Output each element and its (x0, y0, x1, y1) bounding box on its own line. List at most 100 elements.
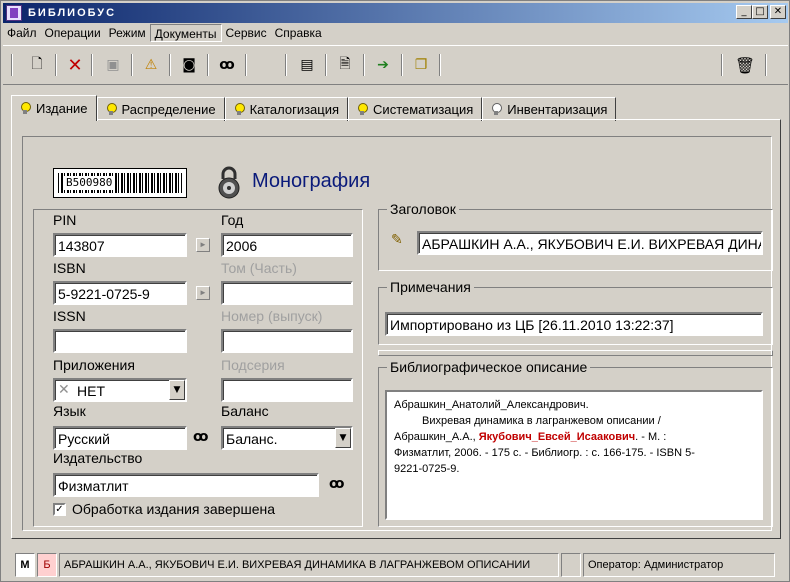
tab-label: Инвентаризация (507, 102, 608, 117)
title-edit-icon[interactable]: ✎ (391, 232, 403, 248)
notepad-icon[interactable]: ▤ (295, 54, 319, 76)
export-icon[interactable]: ➔ (371, 54, 395, 76)
identification-group: PIN 143807 ► Год 2006 ISBN 5-9221-0725-9… (33, 209, 363, 527)
status-empty-cell (561, 553, 581, 577)
menu-file[interactable]: Файл (3, 24, 41, 42)
isbn-arrow-button[interactable]: ► (196, 286, 210, 300)
bulb-icon (106, 103, 117, 116)
subseries-field[interactable] (221, 378, 353, 402)
status-bar: М Б АБРАШКИН А.А., ЯКУБОВИЧ Е.И. ВИХРЕВА… (11, 553, 786, 577)
document-icon[interactable]: 🗎 (333, 54, 357, 76)
toolbar-separator (439, 54, 441, 76)
issn-label: ISSN (53, 308, 86, 324)
number-field[interactable] (221, 329, 353, 353)
notes-group-label: Примечания (387, 279, 474, 295)
toolbar-separator (285, 54, 287, 76)
chevron-down-icon[interactable]: ▼ (335, 428, 351, 448)
balance-select[interactable]: Баланс. ▼ (221, 426, 353, 450)
biblio-author-highlight: Якубович_Евсей_Исаакович (478, 431, 636, 443)
bulb-icon (20, 102, 31, 115)
biblio-group: Библиографическое описание Абрашкин_Анат… (378, 359, 773, 527)
save-icon[interactable]: ▣ (101, 54, 125, 76)
volume-field[interactable] (221, 281, 353, 305)
issn-field[interactable] (53, 329, 187, 353)
title-field[interactable]: АБРАШКИН А.А., ЯКУБОВИЧ Е.И. ВИХРЕВАЯ ДИ… (417, 231, 763, 255)
menu-documents[interactable]: Документы (149, 24, 222, 42)
tab-label: Систематизация (373, 102, 474, 117)
publisher-field[interactable]: Физматлит (53, 473, 319, 497)
edition-frame: B500980 Монография PIN 143807 ► Год 2006… (22, 136, 773, 531)
barcode: B500980 (53, 168, 187, 198)
biblio-line: Абрашкин_Анатолий_Александрович. (394, 399, 589, 411)
window-controls: _ □ ✕ (736, 5, 786, 19)
biblio-line: Физматлит, 2006. - 175 с. - Библиогр. : … (394, 447, 695, 459)
pin-label: PIN (53, 212, 77, 228)
tab-distribution[interactable]: Распределение (96, 97, 225, 121)
status-m-badge[interactable]: М (15, 553, 35, 577)
chevron-down-icon[interactable]: ▼ (169, 380, 185, 400)
minimize-button[interactable]: _ (736, 5, 752, 19)
app-icon (6, 5, 22, 21)
splitter[interactable] (378, 350, 773, 356)
menu-bar: Файл Операции Режим Документы Сервис Спр… (3, 24, 326, 42)
title-group-label: Заголовок (387, 201, 459, 217)
copy-icon[interactable]: ❐ (409, 54, 433, 76)
year-field[interactable]: 2006 (221, 233, 353, 257)
notes-field[interactable]: Импортировано из ЦБ [26.11.2010 13:22:37… (385, 312, 763, 336)
tab-label: Каталогизация (249, 102, 340, 117)
toolbar-separator (169, 54, 171, 76)
menu-service[interactable]: Сервис (222, 24, 271, 42)
document-type: Монография (252, 170, 371, 192)
number-label: Номер (выпуск) (221, 308, 323, 324)
balance-label: Баланс (221, 403, 269, 419)
binoculars-icon[interactable]: ꝏ (329, 476, 344, 492)
biblio-text: Абрашкин_А.А., (394, 431, 479, 443)
toolbar-separator (245, 54, 247, 76)
bulb-off-icon (491, 103, 503, 116)
menu-operations[interactable]: Операции (41, 24, 105, 42)
pin-field[interactable]: 143807 (53, 233, 187, 257)
toolbar-separator (721, 54, 723, 76)
isbn-field[interactable]: 5-9221-0725-9 (53, 281, 187, 305)
menu-help[interactable]: Справка (271, 24, 326, 42)
lock-icon[interactable] (217, 165, 241, 199)
pin-arrow-button[interactable]: ► (196, 238, 210, 252)
toolbar-separator (131, 54, 133, 76)
tab-cataloging[interactable]: Каталогизация (224, 97, 349, 121)
trash-icon[interactable]: 🗑 (733, 54, 757, 76)
title-bar[interactable]: БИБЛИОБУС _ □ ✕ (3, 3, 788, 23)
balance-value: Баланс. (226, 431, 278, 447)
language-field[interactable]: Русский (53, 426, 187, 450)
window-title: БИБЛИОБУС (28, 7, 117, 19)
delete-icon[interactable]: ✕ (63, 54, 87, 76)
close-button[interactable]: ✕ (770, 5, 786, 19)
language-label: Язык (53, 403, 86, 419)
warning-icon[interactable]: ⚠ (139, 54, 163, 76)
status-operator: Оператор: Администратор (583, 553, 775, 577)
camera-icon[interactable]: ◙ (177, 54, 201, 76)
tab-inventory[interactable]: Инвентаризация (482, 97, 617, 121)
toolbar-separator (11, 54, 13, 76)
status-b-badge[interactable]: Б (37, 553, 57, 577)
new-icon[interactable]: 🗋 (25, 54, 49, 76)
appendix-label: Приложения (53, 357, 135, 373)
tab-panel-edition: B500980 Монография PIN 143807 ► Год 2006… (11, 119, 781, 539)
toolbar-separator (91, 54, 93, 76)
tab-strip: Издание Распределение Каталогизация Сист… (11, 95, 617, 121)
toolbar-separator (363, 54, 365, 76)
biblio-description[interactable]: Абрашкин_Анатолий_Александрович. Вихрева… (385, 390, 763, 520)
binoculars-icon[interactable]: ꝏ (215, 54, 239, 76)
completed-checkbox[interactable]: ✓ (53, 503, 66, 516)
maximize-button[interactable]: □ (752, 5, 768, 19)
title-group: Заголовок ✎ АБРАШКИН А.А., ЯКУБОВИЧ Е.И.… (378, 201, 773, 271)
appendix-select[interactable]: ✕ НЕТ ▼ (53, 378, 187, 402)
bulb-icon (234, 103, 245, 116)
menu-mode[interactable]: Режим (105, 24, 150, 42)
binoculars-icon[interactable]: ꝏ (193, 429, 208, 445)
isbn-label: ISBN (53, 260, 86, 276)
tab-edition[interactable]: Издание (11, 95, 97, 121)
tab-label: Распределение (121, 102, 216, 117)
toolbar-separator (401, 54, 403, 76)
tab-systematization[interactable]: Систематизация (348, 97, 483, 121)
notes-group: Примечания Импортировано из ЦБ [26.11.20… (378, 279, 773, 345)
